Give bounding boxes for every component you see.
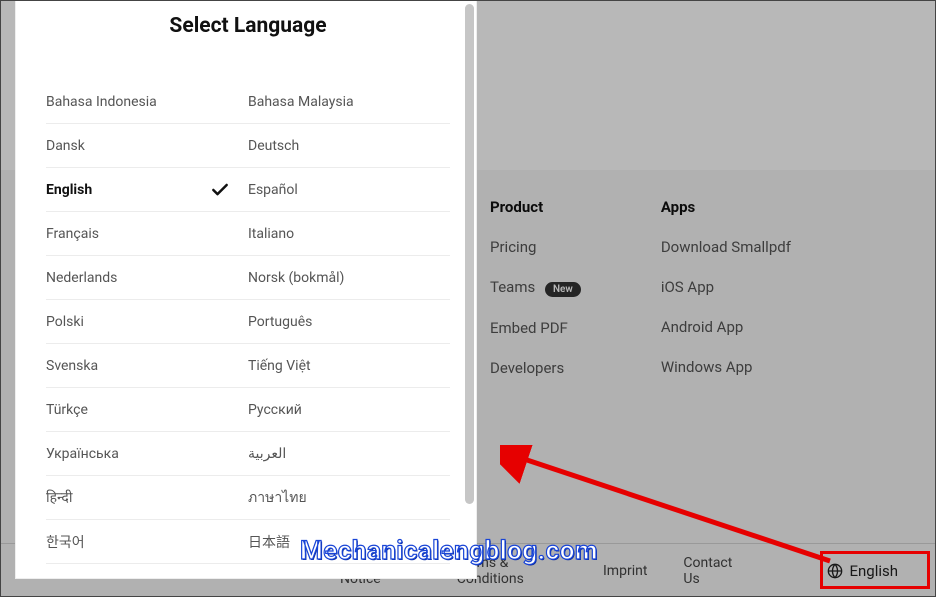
footer-link-download-smallpdf[interactable]: Download Smallpdf [661,238,791,256]
language-option-label: Français [46,226,99,242]
language-option[interactable]: हिन्दी [46,476,248,520]
language-option[interactable]: العربية [248,432,450,476]
footer-link-teams-label: Teams [490,278,535,296]
language-option[interactable]: Tiếng Việt [248,344,450,388]
language-option-label: English [46,182,92,198]
language-option-label: Svenska [46,358,98,374]
language-option[interactable]: Svenska [46,344,248,388]
language-option-label: Dansk [46,138,85,154]
language-modal: Select Language Bahasa Indonesia Dansk Eng… [16,0,476,578]
language-option[interactable]: English [46,168,248,212]
language-option-label: 日本語 [248,532,290,552]
language-option-label: हिन्दी [46,488,72,507]
footer-heading-apps: Apps [661,198,791,216]
language-option[interactable]: 한국어 [46,520,248,564]
language-option-label: Русский [248,402,302,418]
language-option[interactable]: Dansk [46,124,248,168]
language-option-label: Polski [46,314,84,330]
language-option-label: Português [248,314,312,330]
language-option[interactable]: Français [46,212,248,256]
language-option[interactable]: Italiano [248,212,450,256]
language-option[interactable]: ภาษาไทย [248,476,450,520]
language-selector-label: English [849,562,898,580]
language-option-label: Nederlands [46,270,117,286]
language-option[interactable]: Türkçe [46,388,248,432]
footer-col-product: Product Pricing Teams New Embed PDF Deve… [490,198,581,399]
footer-link-embed-pdf[interactable]: Embed PDF [490,319,581,337]
modal-scrollbar[interactable] [465,4,474,504]
language-option[interactable]: Português [248,300,450,344]
footer-link-windows-app[interactable]: Windows App [661,358,791,376]
footer-link-developers[interactable]: Developers [490,359,581,377]
language-column-right: Bahasa Malaysia Deutsch Español Italiano Nor… [248,80,450,564]
language-modal-title: Select Language [46,14,450,38]
check-icon [210,180,230,200]
language-column-left: Bahasa Indonesia Dansk English Français Nede… [46,80,248,564]
language-option[interactable]: Bahasa Malaysia [248,80,450,124]
language-option[interactable]: Українська [46,432,248,476]
language-option[interactable]: Русский [248,388,450,432]
footer-link-pricing[interactable]: Pricing [490,238,581,256]
new-badge: New [545,282,581,297]
language-option[interactable]: Nederlands [46,256,248,300]
language-option[interactable]: 日本語 [248,520,450,564]
language-option-label: العربية [248,446,286,462]
language-option-label: Bahasa Malaysia [248,94,354,110]
footer-link-teams[interactable]: Teams New [490,278,581,297]
language-option-label: Tiếng Việt [248,358,311,374]
language-option-label: Italiano [248,226,294,242]
globe-icon [827,563,843,579]
language-option-label: Українська [46,446,119,462]
language-option-label: 한국어 [46,532,85,552]
language-option-label: Español [248,182,298,198]
language-option[interactable]: Deutsch [248,124,450,168]
language-option[interactable]: Polski [46,300,248,344]
footer-link-imprint[interactable]: Imprint [603,563,647,579]
footer-heading-product: Product [490,198,581,216]
language-option-label: ภาษาไทย [248,487,307,509]
language-option[interactable]: Español [248,168,450,212]
footer-link-contact[interactable]: Contact Us [683,555,745,587]
language-option-label: Norsk (bokmål) [248,270,344,286]
language-option[interactable]: Norsk (bokmål) [248,256,450,300]
footer-link-android-app[interactable]: Android App [661,318,791,336]
footer-link-ios-app[interactable]: iOS App [661,278,791,296]
footer-col-apps: Apps Download Smallpdf iOS App Android A… [661,198,791,399]
language-option-label: Deutsch [248,138,299,154]
language-option-label: Bahasa Indonesia [46,94,157,110]
language-option[interactable]: Bahasa Indonesia [46,80,248,124]
language-option-label: Türkçe [46,402,88,418]
language-selector-button[interactable]: English [817,556,908,586]
